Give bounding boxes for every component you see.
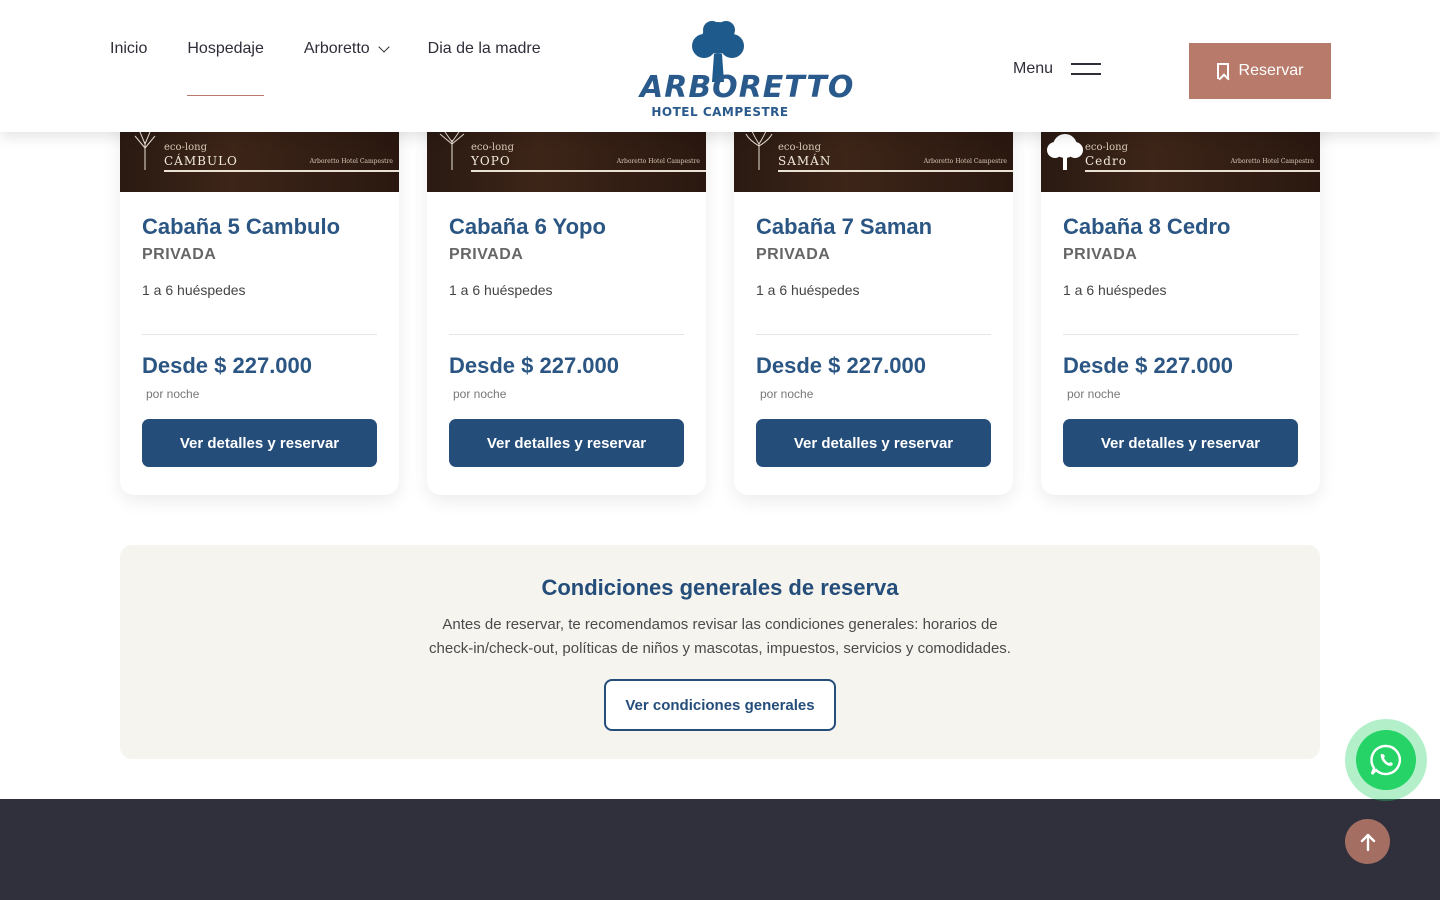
cabin-guests: 1 a 6 huéspedes [142, 282, 246, 298]
cabin-guests: 1 a 6 huéspedes [1063, 282, 1167, 298]
reserve-label: Reservar [1238, 62, 1304, 79]
view-details-button[interactable]: Ver detalles y reservar [756, 419, 991, 467]
cabin-price: Desde $ 227.000 [1063, 353, 1234, 378]
image-brand: Arboretto Hotel Campestre [309, 158, 393, 165]
nav-item-label: Arboretto [303, 40, 370, 57]
hamburger-icon [1071, 63, 1102, 75]
card-divider [449, 334, 684, 335]
cabin-title[interactable]: Cabaña 5 Cambulo [142, 214, 377, 240]
cabin-type: PRIVADA [142, 246, 217, 263]
tree-icon [1047, 134, 1083, 170]
cabin-guests: 1 a 6 huéspedes [756, 282, 860, 298]
tree-icon [745, 130, 773, 170]
cabin-title[interactable]: Cabaña 8 Cedro [1063, 214, 1298, 240]
card-divider [1063, 334, 1298, 335]
image-cabin-name: SAMÁN [778, 154, 832, 168]
view-details-button[interactable]: Ver detalles y reservar [1063, 419, 1298, 467]
image-cabin-name: CÁMBULO [164, 154, 238, 168]
reserve-button[interactable]: Reservar [1189, 43, 1331, 99]
cabin-guests: 1 a 6 huéspedes [449, 282, 553, 298]
booking-conditions: Condiciones generales de reserva Antes d… [120, 545, 1320, 759]
image-cabin-name: YOPO [471, 154, 511, 168]
menu-label: Menu [1013, 60, 1054, 77]
nav-item-dia-de-la-madre[interactable]: Dia de la madre [428, 40, 541, 96]
conditions-text: Antes de reservar, te recomendamos revis… [429, 616, 1011, 657]
cabin-type: PRIVADA [756, 246, 831, 263]
image-divider [164, 170, 399, 172]
arrow-up-icon [1360, 833, 1375, 851]
cabin-card: eco-long YOPO Arboretto Hotel Campestre … [427, 100, 706, 495]
cabin-type: PRIVADA [449, 246, 524, 263]
image-eco-label: eco-long [164, 142, 207, 153]
image-divider [778, 170, 1013, 172]
cabin-price: Desde $ 227.000 [142, 353, 313, 378]
image-brand: Arboretto Hotel Campestre [1230, 158, 1314, 165]
image-brand: Arboretto Hotel Campestre [923, 158, 1007, 165]
cabin-card: eco-long CÁMBULO Arboretto Hotel Campest… [120, 100, 399, 495]
cabin-title[interactable]: Cabaña 7 Saman [756, 214, 991, 240]
cabin-card: eco-long SAMÁN Arboretto Hotel Campestre… [734, 100, 1013, 495]
site-logo[interactable]: ARBORETTO HOTEL CAMPESTRE [640, 20, 855, 120]
tree-icon [439, 131, 465, 170]
tree-icon [134, 131, 156, 170]
cabin-card: eco-long Cedro Arboretto Hotel Campestre… [1041, 100, 1320, 495]
nav-item-arboretto[interactable]: Arboretto [303, 40, 390, 96]
image-cabin-name: Cedro [1085, 154, 1127, 168]
price-unit: por noche [1067, 387, 1121, 401]
card-divider [142, 334, 377, 335]
conditions-title: Condiciones generales de reserva [541, 575, 899, 600]
image-divider [471, 170, 706, 172]
cabin-price: Desde $ 227.000 [756, 353, 927, 378]
price-unit: por noche [453, 387, 507, 401]
price-unit: por noche [146, 387, 200, 401]
image-eco-label: eco-long [1085, 142, 1128, 153]
image-divider [1085, 170, 1320, 172]
image-eco-label: eco-long [778, 142, 821, 153]
cabin-title[interactable]: Cabaña 6 Yopo [449, 214, 684, 240]
chevron-down-icon [378, 41, 390, 53]
card-divider [756, 334, 991, 335]
site-header: Inicio Hospedaje Arboretto Dia de la mad… [0, 0, 1440, 132]
nav-item-inicio[interactable]: Inicio [110, 40, 147, 96]
view-details-button[interactable]: Ver detalles y reservar [142, 419, 377, 467]
cabin-type: PRIVADA [1063, 246, 1138, 263]
view-conditions-button[interactable]: Ver condiciones generales [604, 679, 836, 731]
view-details-button[interactable]: Ver detalles y reservar [449, 419, 684, 467]
bookmark-icon [1216, 63, 1229, 79]
scroll-top-button[interactable] [1345, 819, 1390, 864]
whatsapp-icon [1370, 744, 1401, 776]
menu-toggle[interactable]: Menu [1013, 60, 1102, 78]
image-brand: Arboretto Hotel Campestre [616, 158, 700, 165]
logo-subtitle: HOTEL CAMPESTRE [651, 105, 789, 119]
price-unit: por noche [760, 387, 814, 401]
logo-title: ARBORETTO [640, 70, 855, 105]
main-nav: Inicio Hospedaje Arboretto Dia de la mad… [110, 40, 581, 96]
cabin-price: Desde $ 227.000 [449, 353, 620, 378]
whatsapp-button[interactable] [1356, 730, 1416, 790]
image-eco-label: eco-long [471, 142, 514, 153]
nav-item-hospedaje[interactable]: Hospedaje [187, 40, 264, 96]
site-footer [0, 799, 1440, 900]
